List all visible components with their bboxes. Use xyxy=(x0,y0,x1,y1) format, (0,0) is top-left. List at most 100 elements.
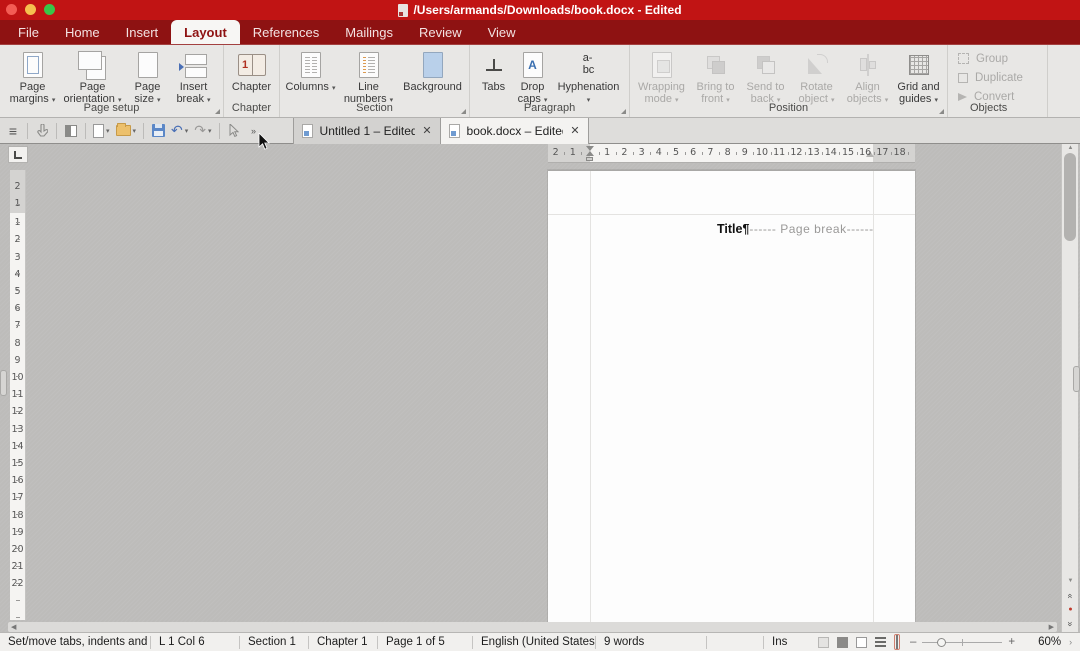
next-page-button[interactable]: » xyxy=(1063,617,1078,630)
ruler-tick xyxy=(599,152,600,155)
ruler-tick xyxy=(16,376,20,377)
line-numbers-button[interactable]: Line numbers ▾ xyxy=(338,48,400,107)
tab-view[interactable]: View xyxy=(475,20,529,44)
close-tab-icon[interactable]: ✕ xyxy=(570,124,579,137)
statusbar-overflow-icon[interactable]: › xyxy=(1069,637,1072,647)
close-window-button[interactable] xyxy=(6,4,17,15)
drop-caps-button[interactable]: Drop caps ▾ xyxy=(512,48,554,107)
ribbon-group-objects: Group Duplicate Convert Objects xyxy=(948,45,1048,117)
line-numbers-icon xyxy=(359,49,379,81)
document-tab-icon xyxy=(449,124,460,138)
horizontal-ruler[interactable]: 21123456789101112131415161718 xyxy=(548,144,915,163)
background-button[interactable]: Background xyxy=(400,48,466,94)
zoom-slider-thumb[interactable] xyxy=(937,638,946,647)
zoom-percentage[interactable]: 60% xyxy=(1023,636,1061,648)
status-word-count[interactable]: 9 words xyxy=(596,636,706,648)
scroll-right-icon[interactable]: ▶ xyxy=(1046,623,1057,631)
paragraph-line[interactable]: Title¶------ Page break------ xyxy=(717,220,874,238)
page-margins-button[interactable]: Page margins ▾ xyxy=(6,48,60,107)
maximize-window-button[interactable] xyxy=(44,4,55,15)
hamburger-menu-icon[interactable]: ≡ xyxy=(4,121,22,141)
ruler-tick xyxy=(633,152,634,155)
view-outline-icon[interactable] xyxy=(856,637,867,648)
status-chapter[interactable]: Chapter 1 xyxy=(309,636,377,648)
tab-layout[interactable]: Layout xyxy=(171,20,240,44)
dark-mode-icon[interactable] xyxy=(62,121,80,141)
page-size-button[interactable]: Page size ▾ xyxy=(126,48,170,107)
status-insert-mode[interactable]: Ins xyxy=(764,636,804,648)
view-normal-icon[interactable] xyxy=(818,637,829,648)
ruler-number: 18 xyxy=(10,510,25,521)
dropdown-caret-icon: ▾ xyxy=(208,127,212,135)
ruler-number: 15 xyxy=(842,147,854,158)
ruler-tick xyxy=(16,428,20,429)
tab-home[interactable]: Home xyxy=(52,20,113,44)
send-to-back-button: Send to back ▾ xyxy=(741,48,791,107)
select-pointer-button[interactable] xyxy=(225,121,243,141)
title-text[interactable]: Title¶ xyxy=(717,222,749,236)
undo-button[interactable]: ↶▾ xyxy=(169,121,190,141)
grid-and-guides-button[interactable]: Grid and guides ▾ xyxy=(893,48,945,107)
tab-file[interactable]: File xyxy=(5,20,52,44)
right-splitter-handle[interactable] xyxy=(1073,366,1080,392)
tab-references[interactable]: References xyxy=(240,20,332,44)
tab-review[interactable]: Review xyxy=(406,20,475,44)
tab-stop-selector-button[interactable] xyxy=(8,146,28,163)
tabs-button[interactable]: Tabs xyxy=(476,48,512,94)
ribbon-group-chapter: Chapter Chapter xyxy=(224,45,280,117)
zoom-slider[interactable] xyxy=(922,642,1002,643)
scroll-up-icon[interactable]: ▲ xyxy=(1062,145,1079,151)
view-fullscreen-icon[interactable] xyxy=(875,637,886,648)
ruler-tick xyxy=(16,342,20,343)
left-splitter-handle[interactable] xyxy=(0,370,7,396)
document-page[interactable]: Title¶------ Page break------ xyxy=(548,170,915,632)
status-section[interactable]: Section 1 xyxy=(240,636,308,648)
zoom-in-icon[interactable]: + xyxy=(1008,636,1015,648)
zoom-out-icon[interactable]: – xyxy=(910,636,916,648)
close-tab-icon[interactable]: ✕ xyxy=(422,124,431,137)
status-language[interactable]: English (United States) xyxy=(473,636,595,648)
page-orientation-button[interactable]: Page orientation ▾ xyxy=(60,48,126,107)
tab-insert[interactable]: Insert xyxy=(113,20,172,44)
insert-break-button[interactable]: Insert break ▾ xyxy=(170,48,218,107)
ruler-tick xyxy=(805,152,806,155)
page-break-marker: ------ Page break------ xyxy=(749,222,873,236)
hyphenation-button[interactable]: a-bc Hyphenation ▾ xyxy=(554,48,624,107)
view-book-selected[interactable] xyxy=(894,634,900,650)
vertical-scrollbar-thumb[interactable] xyxy=(1064,153,1076,241)
chapter-button[interactable]: Chapter xyxy=(226,48,278,94)
ruler-tick xyxy=(616,152,617,155)
open-document-button[interactable]: ▾ xyxy=(114,121,139,141)
save-button[interactable] xyxy=(149,121,167,141)
status-page[interactable]: Page 1 of 5 xyxy=(378,636,472,648)
vertical-ruler[interactable]: 2112345678910111213141516171819202122 xyxy=(10,170,26,620)
horizontal-scrollbar[interactable]: ◀ ▶ xyxy=(8,622,1057,632)
status-cursor-position[interactable]: L 1 Col 6 xyxy=(151,636,239,648)
save-icon xyxy=(152,124,165,137)
left-margin-marker-icon[interactable] xyxy=(586,157,593,161)
tab-mailings[interactable]: Mailings xyxy=(332,20,406,44)
ruler-tick xyxy=(16,394,20,395)
document-tab-untitled[interactable]: Untitled 1 – Edited ✕ xyxy=(293,118,441,144)
quick-toolbar: ≡ ▾ ▾ ↶▾ ↷▾ » Untitled 1 – Edited xyxy=(0,118,1080,144)
document-tab-book-docx[interactable]: book.docx – Edited ✕ xyxy=(441,118,589,144)
ruler-number: 11 xyxy=(10,389,25,400)
ruler-number: 20 xyxy=(10,544,25,555)
ruler-number: 1 xyxy=(10,217,25,228)
scroll-down-icon[interactable]: ▼ xyxy=(1062,578,1079,584)
scroll-left-icon[interactable]: ◀ xyxy=(8,623,19,631)
ruler-number: 16 xyxy=(10,475,25,486)
ruler-number: 3 xyxy=(639,147,645,158)
browse-object-button[interactable]: ● xyxy=(1063,603,1078,616)
view-master-pages-icon[interactable] xyxy=(837,637,848,648)
touch-mode-icon[interactable] xyxy=(33,121,51,141)
ruler-number: 1 xyxy=(604,147,610,158)
ruler-tick xyxy=(16,583,20,584)
window-title: /Users/armands/Downloads/book.docx - Edi… xyxy=(413,3,681,17)
previous-page-button[interactable]: « xyxy=(1063,589,1078,602)
minimize-window-button[interactable] xyxy=(25,4,36,15)
redo-button[interactable]: ↷▾ xyxy=(192,121,213,141)
columns-button[interactable]: Columns ▾ xyxy=(284,48,338,94)
ruler-tick xyxy=(16,531,20,532)
new-document-button[interactable]: ▾ xyxy=(91,121,112,141)
